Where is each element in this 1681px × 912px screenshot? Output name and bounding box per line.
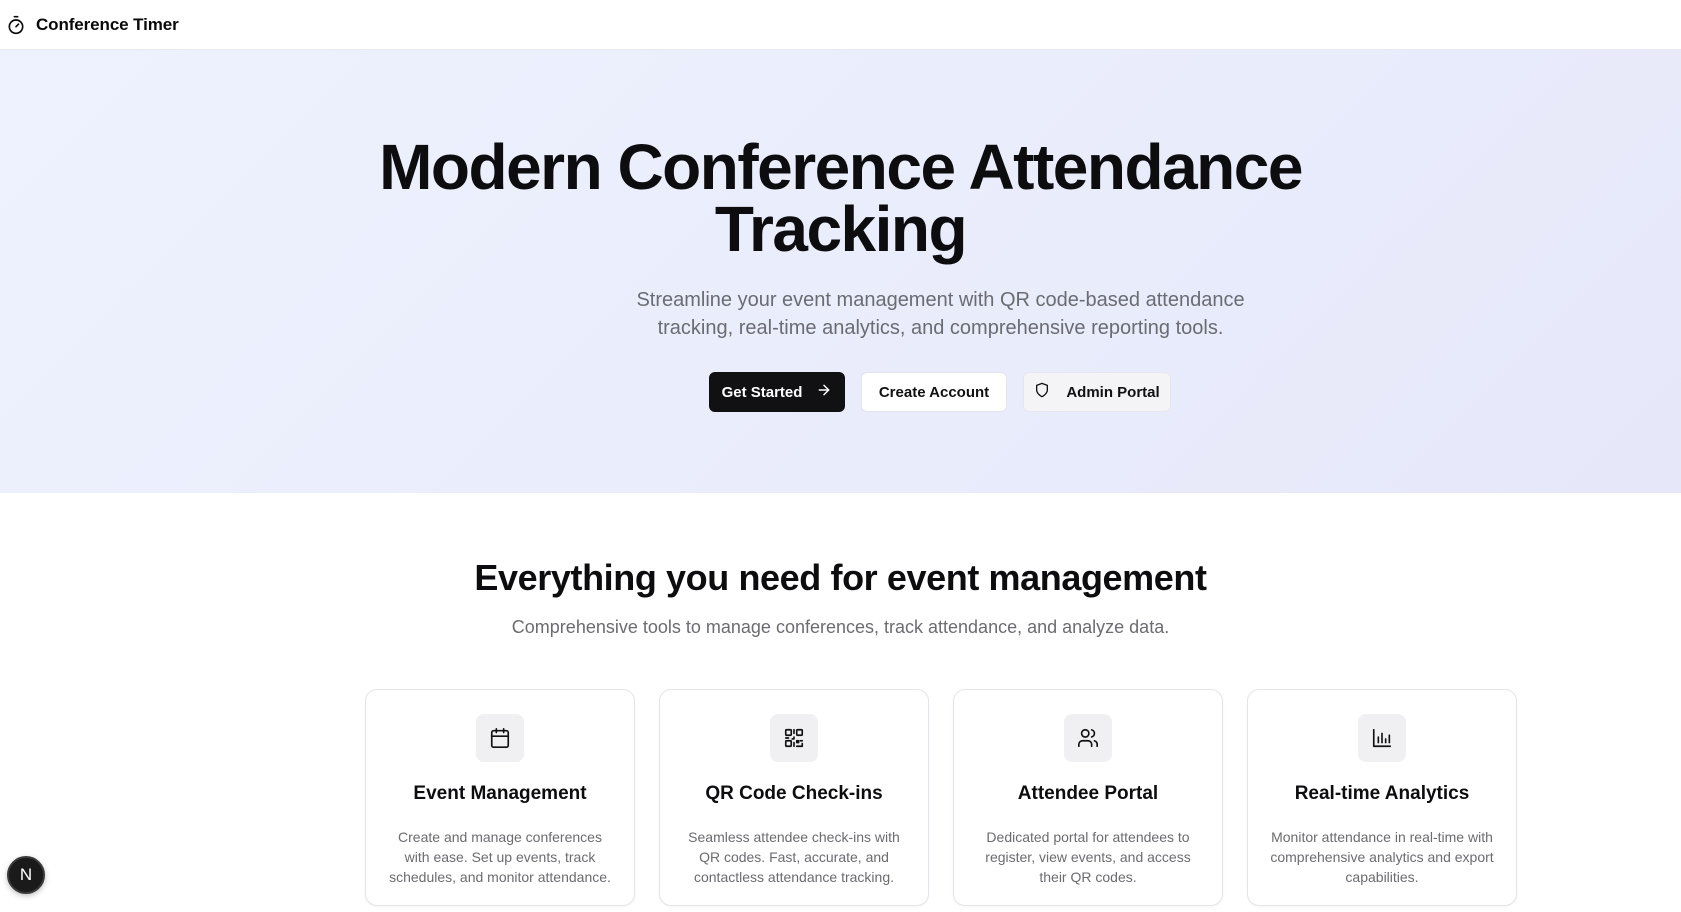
feature-cards: Event Management Create and manage confe…: [365, 689, 1517, 906]
feature-card-qr-checkins: QR Code Check-ins Seamless attendee chec…: [659, 689, 929, 906]
users-icon: [1064, 714, 1112, 762]
admin-portal-button[interactable]: Admin Portal: [1023, 372, 1171, 412]
stopwatch-icon: [6, 15, 26, 35]
hero-actions: Get Started Create Account Admin Portal: [709, 372, 1171, 412]
feature-card-event-management: Event Management Create and manage confe…: [365, 689, 635, 906]
shield-icon: [1034, 382, 1050, 402]
admin-portal-label: Admin Portal: [1066, 383, 1160, 401]
card-title: Event Management: [413, 783, 587, 804]
card-description: Seamless attendee check-ins with QR code…: [688, 829, 900, 885]
get-started-label: Get Started: [721, 383, 803, 401]
create-account-label: Create Account: [878, 383, 990, 401]
features-title: Everything you need for event management: [474, 557, 1207, 598]
hero-title-line-2: Tracking: [714, 193, 968, 265]
card-description: Monitor attendance in real-time with com…: [1270, 829, 1494, 885]
bar-chart-icon: [1358, 714, 1406, 762]
feature-card-attendee-portal: Attendee Portal Dedicated portal for att…: [953, 689, 1223, 906]
brand-name[interactable]: Conference Timer: [36, 15, 179, 35]
feature-card-analytics: Real-time Analytics Monitor attendance i…: [1247, 689, 1517, 906]
hero-subtitle-line-2: tracking, real-time analytics, and compr…: [657, 317, 1224, 339]
qr-code-icon: [770, 714, 818, 762]
hero-subtitle: Streamline your event management with QR…: [620, 286, 1261, 342]
card-description: Dedicated portal for attendees to regist…: [985, 829, 1191, 885]
hero-subtitle-line-1: Streamline your event management with QR…: [636, 289, 1245, 311]
hero-section: Modern Conference Attendance Tracking St…: [0, 50, 1681, 493]
arrow-right-icon: [816, 382, 832, 402]
top-nav-bar: Conference Timer: [0, 0, 1681, 50]
card-description: Create and manage conferences with ease.…: [389, 829, 611, 885]
card-title: Attendee Portal: [1017, 783, 1159, 804]
dev-tools-badge[interactable]: N: [7, 856, 45, 894]
calendar-icon: [476, 714, 524, 762]
create-account-button[interactable]: Create Account: [861, 372, 1007, 412]
get-started-button[interactable]: Get Started: [709, 372, 845, 412]
card-title: QR Code Check-ins: [705, 783, 883, 804]
hero-title: Modern Conference Attendance Tracking: [0, 135, 1681, 261]
dev-badge-letter: N: [19, 865, 33, 884]
card-title: Real-time Analytics: [1294, 783, 1470, 804]
features-subtitle: Comprehensive tools to manage conference…: [511, 617, 1170, 637]
